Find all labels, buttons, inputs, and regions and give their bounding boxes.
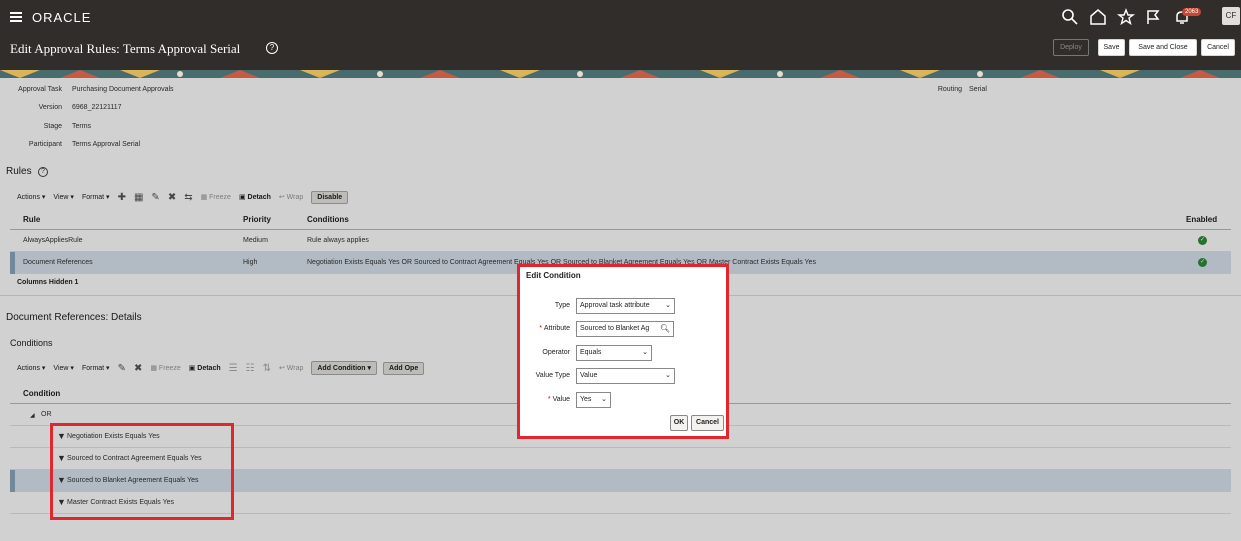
highlight-box <box>50 423 234 520</box>
dialog-title: Edit Condition <box>526 271 581 280</box>
chevron-down-icon: ⌄ <box>601 396 607 403</box>
page-header: Edit Approval Rules: Terms Approval Seri… <box>0 34 1241 70</box>
cancel-button[interactable]: Cancel <box>1201 39 1235 56</box>
edit-condition-dialog: Edit Condition Type Approval task attrib… <box>517 264 729 439</box>
required-icon: * <box>547 396 551 403</box>
notification-count-badge: 2063 <box>1182 8 1202 16</box>
home-icon[interactable] <box>1088 7 1108 27</box>
oracle-logo: ORACLE <box>32 10 92 25</box>
value-type-label: Value Type <box>535 372 570 379</box>
menu-icon[interactable] <box>10 12 22 22</box>
star-icon[interactable] <box>1116 7 1136 27</box>
global-header: ORACLE 2063 CF <box>0 0 1241 34</box>
attribute-input[interactable]: Sourced to Blanket Ag 🔍︎ <box>576 321 674 337</box>
ok-button[interactable]: OK <box>670 415 688 431</box>
save-and-close-button[interactable]: Save and Close <box>1129 39 1197 56</box>
operator-select[interactable]: Equals ⌄ <box>576 345 652 361</box>
flag-icon[interactable] <box>1143 7 1163 27</box>
search-icon[interactable] <box>1060 7 1080 27</box>
chevron-down-icon: ⌄ <box>665 302 671 309</box>
dialog-cancel-button[interactable]: Cancel <box>691 415 724 431</box>
value-select[interactable]: Yes ⌄ <box>576 392 611 408</box>
deploy-button[interactable]: Deploy <box>1053 39 1089 56</box>
save-button[interactable]: Save <box>1098 39 1125 56</box>
attribute-label: * Attribute <box>539 325 570 332</box>
chevron-down-icon: ⌄ <box>665 372 671 379</box>
type-label: Type <box>554 302 570 309</box>
help-icon[interactable]: ? <box>266 42 278 54</box>
operator-label: Operator <box>542 349 570 356</box>
type-select[interactable]: Approval task attribute ⌄ <box>576 298 675 314</box>
chevron-down-icon: ⌄ <box>642 349 648 356</box>
user-avatar[interactable]: CF <box>1222 7 1240 25</box>
search-icon[interactable]: 🔍︎ <box>660 322 670 336</box>
value-type-select[interactable]: Value ⌄ <box>576 368 675 384</box>
value-label: * Value <box>547 396 570 403</box>
required-icon: * <box>539 325 542 332</box>
decorative-banner <box>0 70 1241 78</box>
page-title: Edit Approval Rules: Terms Approval Seri… <box>10 41 241 56</box>
